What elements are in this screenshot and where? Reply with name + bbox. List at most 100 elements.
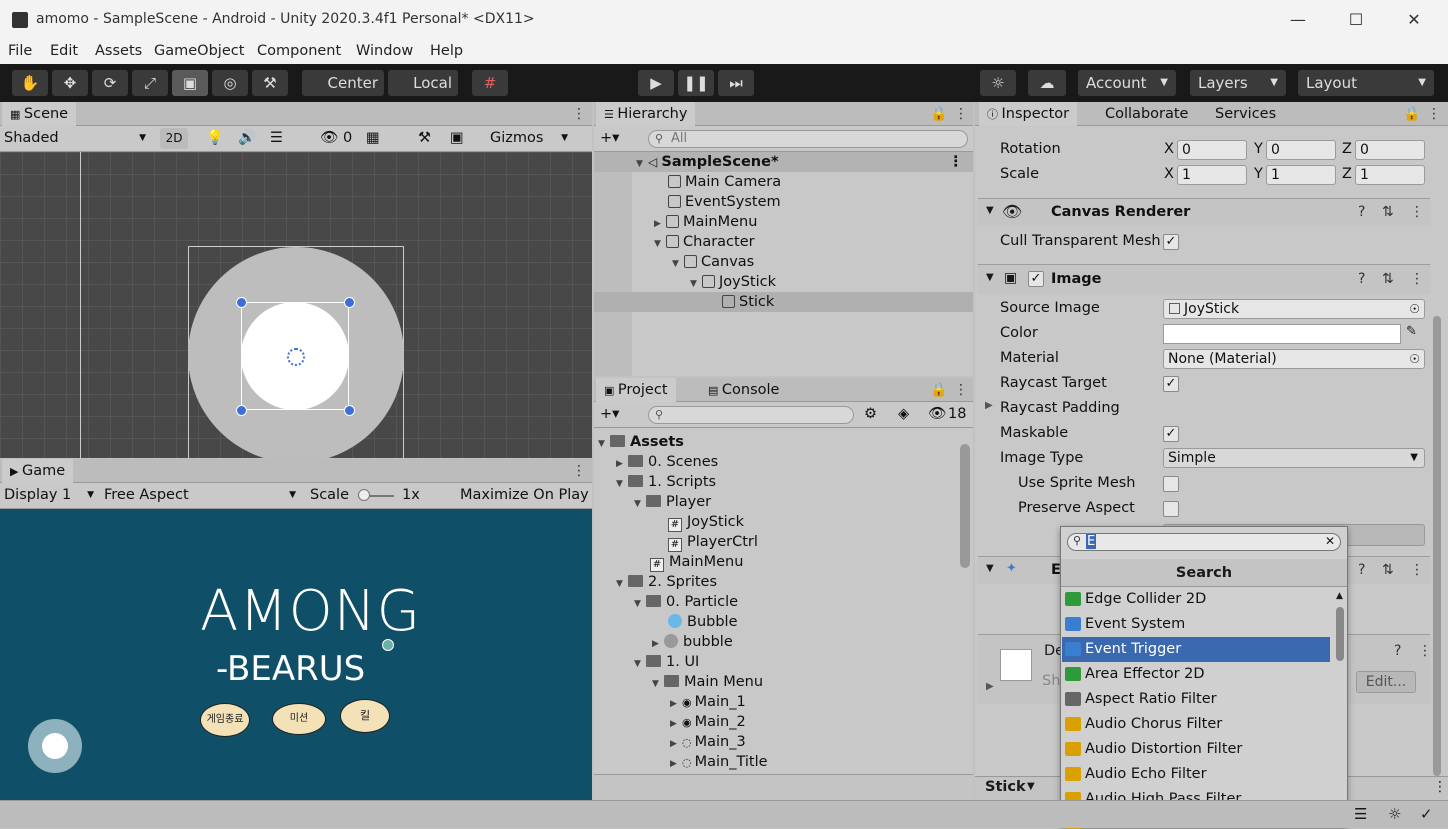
kill-button[interactable]: 킬	[340, 699, 390, 733]
component-option[interactable]: Event Trigger	[1062, 637, 1330, 662]
snap-grid-icon[interactable]: #	[472, 70, 508, 96]
tab-hierarchy[interactable]: ☰ Hierarchy	[596, 102, 696, 126]
project-item-ui[interactable]: ▼ 1. UI	[634, 652, 699, 672]
component-option[interactable]: Audio Distortion Filter	[1062, 737, 1330, 762]
raycast-target-checkbox[interactable]: ✓	[1163, 376, 1179, 392]
project-item-main2[interactable]: ▶ ◉ Main_2	[670, 712, 746, 732]
preserve-aspect-checkbox[interactable]	[1163, 501, 1179, 517]
inspector-scrollbar[interactable]	[1433, 130, 1441, 776]
eyedropper-icon[interactable]: ✎	[1406, 324, 1417, 339]
hierarchy-menu-icon[interactable]: ⋮	[954, 107, 968, 121]
cloud-icon[interactable]: ☁	[1028, 70, 1066, 96]
tab-console[interactable]: ▤ Console	[700, 378, 787, 402]
aspect-dropdown[interactable]: Free Aspect ▼	[104, 485, 298, 506]
scroll-up-icon[interactable]: ▲	[1336, 591, 1343, 601]
component-menu-icon[interactable]: ⋮	[1410, 271, 1424, 287]
gizmos-dropdown[interactable]: Gizmos ▼	[490, 128, 574, 149]
scale-z-field[interactable]: 1	[1355, 165, 1425, 185]
component-option[interactable]: Edge Collider 2D	[1062, 587, 1330, 612]
menu-window[interactable]: Window	[356, 43, 413, 59]
maximize-icon[interactable]: ☐	[1328, 4, 1384, 36]
collapsed-icon[interactable]: ▶	[985, 400, 993, 411]
game-menu-icon[interactable]: ⋮	[572, 464, 586, 478]
lighting-icon[interactable]: 💡	[206, 128, 224, 149]
component-option[interactable]: Audio Echo Filter	[1062, 762, 1330, 787]
object-picker-icon[interactable]: ☉	[1409, 350, 1420, 368]
scale-y-field[interactable]: 1	[1266, 165, 1336, 185]
layers-icon[interactable]: ☰	[1354, 805, 1367, 823]
tab-scene[interactable]: ▦ Scene	[2, 102, 77, 126]
create-dropdown-icon[interactable]: +▾	[600, 404, 619, 425]
custom-tool-icon[interactable]: ⚒	[252, 70, 288, 96]
project-scrollbar[interactable]	[960, 436, 970, 770]
footer-menu-icon[interactable]: ⋮	[1433, 779, 1447, 795]
project-menu-icon[interactable]: ⋮	[954, 383, 968, 397]
scene-viewport[interactable]	[0, 152, 592, 463]
rect-handle[interactable]	[344, 297, 355, 308]
clear-search-icon[interactable]: ✕	[1325, 534, 1335, 548]
component-menu-icon[interactable]: ⋮	[1410, 562, 1424, 578]
hierarchy-search-input[interactable]: ⚲ All	[648, 130, 968, 148]
menu-help[interactable]: Help	[430, 43, 463, 59]
maximize-on-play-toggle[interactable]: Maximize On Play	[460, 485, 592, 506]
image-enabled-checkbox[interactable]: ✓	[1028, 271, 1044, 287]
component-option[interactable]: Area Effector 2D	[1062, 662, 1330, 687]
lock-icon[interactable]: 🔒	[930, 383, 947, 397]
rotation-z-field[interactable]: 0	[1355, 140, 1425, 160]
2d-toggle[interactable]: 2D	[160, 128, 188, 149]
filter-by-type-icon[interactable]: ⚙	[864, 404, 877, 425]
project-item-player[interactable]: ▼ Player	[634, 492, 711, 512]
help-icon[interactable]: ?	[1358, 271, 1365, 287]
tree-item-joystick[interactable]: ▼ JoyStick	[690, 272, 776, 292]
scene-menu-icon[interactable]: ⋮	[949, 152, 964, 172]
rotation-y-field[interactable]: 0	[1266, 140, 1336, 160]
close-icon[interactable]: ✕	[1386, 4, 1442, 36]
pivot-local-button[interactable]: Local	[388, 70, 458, 96]
menu-gameobject[interactable]: GameObject	[154, 43, 244, 59]
project-item-scripts[interactable]: ▼ 1. Scripts	[616, 472, 716, 492]
filter-by-label-icon[interactable]: ◈	[898, 404, 909, 425]
tab-project[interactable]: ▣ Project	[596, 378, 676, 402]
popup-scrollbar[interactable]: ▲	[1335, 591, 1345, 827]
help-icon[interactable]: ?	[1394, 643, 1401, 659]
project-item-sprites[interactable]: ▼ 2. Sprites	[616, 572, 717, 592]
progress-icon[interactable]: ✓	[1420, 805, 1433, 823]
mission-button[interactable]: 미션	[272, 703, 326, 735]
camera-icon[interactable]: ▣	[450, 128, 464, 149]
tab-inspector[interactable]: ⓘ Inspector	[979, 102, 1078, 126]
component-menu-icon[interactable]: ⋮	[1418, 643, 1432, 659]
menu-file[interactable]: File	[8, 43, 32, 59]
component-menu-icon[interactable]: ⋮	[1410, 204, 1424, 220]
preset-icon[interactable]: ⇅	[1382, 562, 1394, 578]
pause-icon[interactable]: ❚❚	[678, 70, 714, 96]
rect-handle[interactable]	[344, 405, 355, 416]
source-image-field[interactable]: JoyStick ☉	[1163, 299, 1425, 319]
display-dropdown[interactable]: Display 1 ▼	[4, 485, 96, 506]
object-picker-icon[interactable]: ☉	[1409, 300, 1420, 318]
tree-item-canvas[interactable]: ▼ Canvas	[672, 252, 754, 272]
project-scrollbar-thumb[interactable]	[960, 444, 970, 568]
layers-dropdown[interactable]: Layers ▼	[1190, 70, 1286, 96]
scale-x-field[interactable]: 1	[1177, 165, 1247, 185]
lock-icon[interactable]: 🔒	[930, 107, 947, 121]
quit-game-button[interactable]: 게임종료	[200, 703, 250, 737]
tree-item-eventsystem[interactable]: EventSystem	[668, 192, 781, 212]
tree-item-character[interactable]: ▼ Character	[654, 232, 755, 252]
help-icon[interactable]: ?	[1358, 204, 1365, 220]
step-icon[interactable]: ⏭	[718, 70, 754, 96]
project-item-mainmenu[interactable]: # MainMenu	[650, 552, 743, 572]
game-joystick-stick[interactable]	[42, 733, 68, 759]
scene-menu-icon[interactable]: ⋮	[572, 107, 586, 121]
move-tool-icon[interactable]: ✥	[52, 70, 88, 96]
account-dropdown[interactable]: Account ▼	[1078, 70, 1176, 96]
project-item-main3[interactable]: ▶ ◌ Main_3	[670, 732, 746, 752]
image-type-dropdown[interactable]: Simple ▼	[1163, 448, 1425, 468]
raycast-padding-label[interactable]: Raycast Padding	[1000, 400, 1120, 416]
tab-collaborate[interactable]: Collaborate	[1097, 102, 1196, 126]
minimize-icon[interactable]: —	[1270, 4, 1326, 36]
project-item-playerctrl[interactable]: # PlayerCtrl	[668, 532, 758, 552]
pivot-center-button[interactable]: Center	[302, 70, 384, 96]
play-icon[interactable]: ▶	[638, 70, 674, 96]
tab-services[interactable]: Services	[1207, 102, 1284, 126]
popup-scrollbar-thumb[interactable]	[1336, 607, 1344, 661]
